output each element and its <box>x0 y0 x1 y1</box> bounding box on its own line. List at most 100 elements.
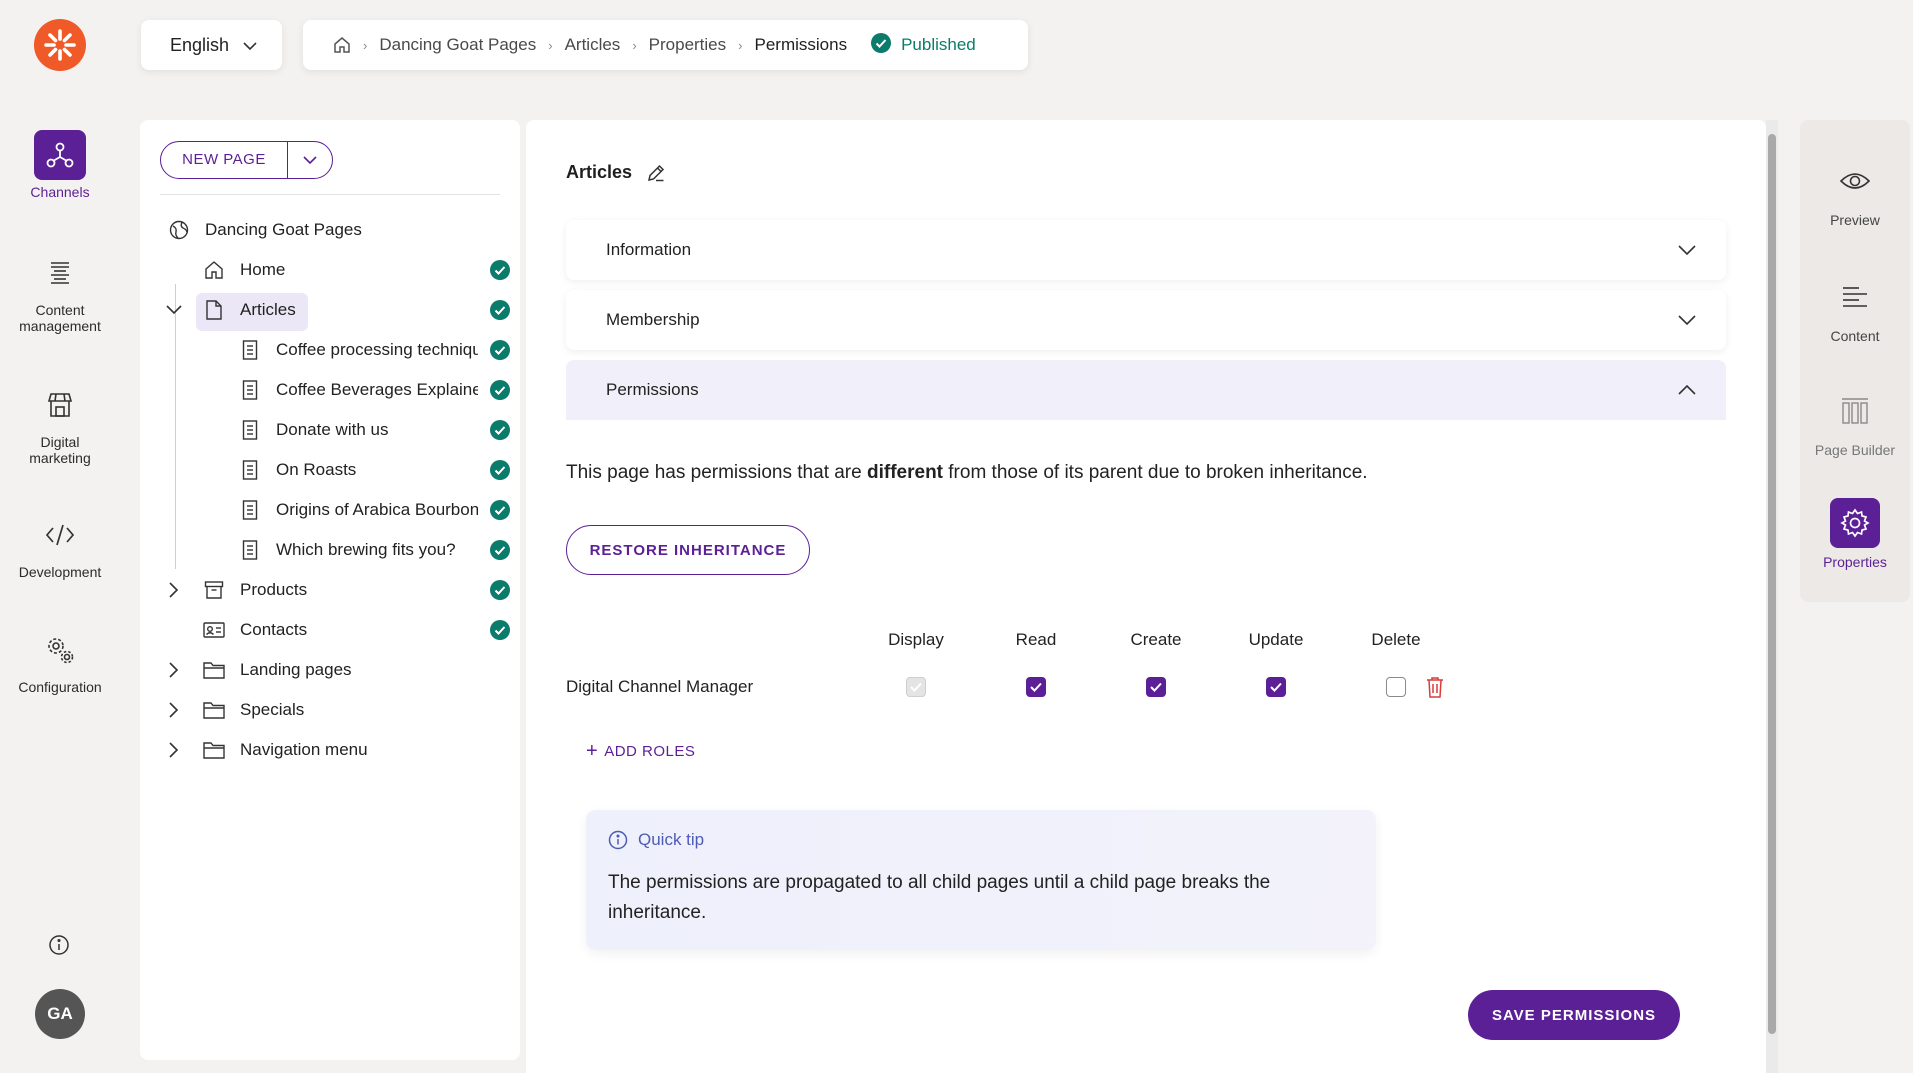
preview-button[interactable]: Preview <box>1800 156 1910 228</box>
tree-item[interactable]: Which brewing fits you? <box>140 532 520 568</box>
digital-marketing-icon <box>34 380 86 430</box>
tree-item[interactable]: Products <box>140 572 520 608</box>
tree-item[interactable]: Specials <box>140 692 520 728</box>
column-display: Display <box>888 630 944 649</box>
tree-item-articles[interactable]: Articles <box>140 292 520 331</box>
scrollbar[interactable] <box>1766 120 1778 1073</box>
add-roles-button[interactable]: + ADD ROLES <box>586 740 695 763</box>
chevron-right-icon[interactable] <box>164 700 184 720</box>
tree-item-label: Coffee processing techniques <box>276 340 478 359</box>
language-value: English <box>170 34 230 55</box>
tree-item[interactable]: Origins of Arabica Bourbon <box>140 492 520 528</box>
eye-icon <box>1830 156 1880 206</box>
tree-item[interactable]: Donate with us <box>140 412 520 448</box>
tree-item[interactable]: Landing pages <box>140 652 520 688</box>
contact-card-icon <box>203 619 225 641</box>
tree-item-label: Articles <box>240 300 296 319</box>
info-icon[interactable] <box>46 932 72 958</box>
pencil-icon[interactable] <box>646 163 666 183</box>
section-information[interactable]: Information <box>566 220 1726 280</box>
tree-item[interactable]: Coffee Beverages Explained <box>140 372 520 408</box>
save-permissions-button[interactable]: SAVE PERMISSIONS <box>1468 990 1680 1040</box>
breadcrumb-item[interactable]: Properties <box>649 35 726 55</box>
kentico-logo[interactable] <box>34 19 86 71</box>
tip-title: Quick tip <box>638 830 705 849</box>
section-title: Information <box>606 240 692 259</box>
breadcrumb-item[interactable]: Articles <box>565 35 621 55</box>
properties-label: Properties <box>1823 554 1887 570</box>
archive-box-icon <box>203 579 225 601</box>
scrollbar-thumb[interactable] <box>1768 134 1776 1034</box>
chevron-down-icon[interactable] <box>288 155 332 165</box>
update-checkbox[interactable] <box>1266 677 1286 697</box>
chevron-right-icon[interactable] <box>164 580 184 600</box>
home-icon[interactable] <box>333 36 351 54</box>
content-management-icon <box>34 248 86 298</box>
user-avatar[interactable]: GA <box>35 989 85 1039</box>
published-check-icon <box>490 260 510 280</box>
tree-item-label: Which brewing fits you? <box>276 540 456 559</box>
chevron-right-icon[interactable] <box>164 660 184 680</box>
tip-body: The permissions are propagated to all ch… <box>608 872 1271 923</box>
chevron-right-icon: › <box>632 37 637 53</box>
tree-item[interactable]: Contacts <box>140 612 520 648</box>
read-checkbox[interactable] <box>1026 677 1046 697</box>
nav-configuration[interactable]: Configuration <box>0 625 120 695</box>
properties-button[interactable]: Properties <box>1800 498 1910 570</box>
chevron-right-icon[interactable] <box>164 740 184 760</box>
trash-icon[interactable] <box>1426 676 1444 703</box>
nav-digital-marketing[interactable]: Digital marketing <box>0 380 120 466</box>
content-button[interactable]: Content <box>1800 272 1910 344</box>
right-toolbar: Preview Content Page Builder Properties <box>1800 120 1910 602</box>
role-name: Digital Channel Manager <box>566 677 754 696</box>
breadcrumb-item[interactable]: Dancing Goat Pages <box>379 35 536 55</box>
gear-icon <box>1830 498 1880 548</box>
tree-item-label: Navigation menu <box>240 740 368 759</box>
tree-item[interactable]: Home <box>140 252 520 288</box>
column-delete: Delete <box>1371 630 1421 649</box>
tree-item[interactable]: Navigation menu <box>140 732 520 768</box>
tree-item-label: Landing pages <box>240 660 352 679</box>
nav-channels[interactable]: Channels <box>0 130 120 200</box>
chevron-down-icon[interactable] <box>1678 240 1696 260</box>
chevron-down-icon[interactable] <box>164 300 184 320</box>
new-page-label[interactable]: NEW PAGE <box>161 141 288 179</box>
breadcrumb: › Dancing Goat Pages › Articles › Proper… <box>303 20 1028 70</box>
article-icon <box>239 459 261 481</box>
delete-checkbox[interactable] <box>1386 677 1406 697</box>
asterisk-logo-icon <box>44 29 76 61</box>
tree-item[interactable]: Coffee processing techniques <box>140 332 520 368</box>
page-title: Articles <box>566 162 666 183</box>
nav-development[interactable]: Development <box>0 510 120 580</box>
tree-item-label: Donate with us <box>276 420 389 439</box>
language-selector[interactable]: English <box>141 20 282 70</box>
gear-icon <box>34 625 86 675</box>
chevron-up-icon[interactable] <box>1678 380 1696 400</box>
status-badge: Published <box>871 32 976 58</box>
section-membership[interactable]: Membership <box>566 290 1726 350</box>
column-create: Create <box>1130 630 1182 649</box>
nav-content-management[interactable]: Content management <box>0 248 120 334</box>
restore-inheritance-button[interactable]: RESTORE INHERITANCE <box>566 525 810 575</box>
content-lines-icon <box>1830 272 1880 322</box>
article-icon <box>239 539 261 561</box>
plus-icon: + <box>586 740 599 762</box>
nav-label-2: management <box>19 318 101 334</box>
folder-icon <box>203 699 225 721</box>
content-label: Content <box>1830 328 1880 344</box>
chevron-down-icon[interactable] <box>1678 310 1696 330</box>
left-navigation: Channels Content management Digital mark… <box>0 0 120 1073</box>
create-checkbox[interactable] <box>1146 677 1166 697</box>
published-check-icon <box>490 380 510 400</box>
inheritance-message: This page has permissions that are diffe… <box>566 462 1368 484</box>
tree-item[interactable]: On Roasts <box>140 452 520 488</box>
new-page-button[interactable]: NEW PAGE <box>160 141 333 179</box>
breadcrumb-current: Permissions <box>754 35 848 54</box>
tree-root[interactable]: Dancing Goat Pages <box>140 212 520 248</box>
preview-label: Preview <box>1830 212 1880 228</box>
published-check-icon <box>490 420 510 440</box>
page-builder-button[interactable]: Page Builder <box>1800 386 1910 458</box>
permissions-header[interactable]: Permissions <box>566 360 1726 420</box>
folder-icon <box>203 659 225 681</box>
tree-item-label: Dancing Goat Pages <box>205 220 362 239</box>
